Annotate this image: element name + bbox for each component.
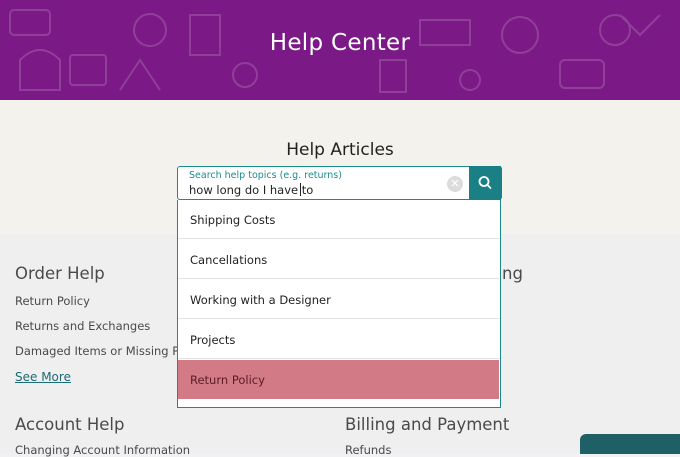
text-caret — [300, 183, 301, 196]
account-help-title: Account Help — [15, 415, 125, 434]
order-help-title: Order Help — [15, 264, 105, 283]
suggestions-dropdown: Shipping Costs Cancellations Working wit… — [177, 200, 501, 408]
search-button[interactable] — [469, 166, 502, 200]
order-help-link-returns-exchanges[interactable]: Returns and Exchanges — [15, 319, 150, 333]
suggestion-return-policy[interactable]: Return Policy — [178, 360, 499, 399]
suggestion-label: Shipping Costs — [190, 213, 276, 227]
search-input[interactable]: how long do I have to — [189, 183, 313, 197]
billing-link-refunds[interactable]: Refunds — [345, 443, 391, 457]
suggestion-shipping-costs[interactable]: Shipping Costs — [178, 200, 499, 239]
see-more-link[interactable]: See More — [15, 370, 71, 384]
search-icon — [478, 176, 492, 189]
order-help-link-damaged-items[interactable]: Damaged Items or Missing Part — [15, 344, 195, 358]
suggestion-label: Projects — [190, 333, 236, 347]
account-help-link-change-info[interactable]: Changing Account Information — [15, 443, 190, 457]
clear-icon[interactable]: ✕ — [447, 176, 463, 192]
search-field[interactable]: Search help topics (e.g. returns) how lo… — [177, 166, 501, 200]
partial-section-title: ng — [502, 264, 523, 283]
hero-banner: Help Center — [0, 0, 680, 100]
suggestion-label: Cancellations — [190, 253, 268, 267]
suggestion-label: Return Policy — [190, 373, 265, 387]
suggestion-cancellations[interactable]: Cancellations — [178, 240, 499, 279]
billing-title: Billing and Payment — [345, 415, 510, 434]
suggestion-working-with-designer[interactable]: Working with a Designer — [178, 280, 499, 319]
help-articles-title: Help Articles — [286, 140, 394, 160]
suggestion-projects[interactable]: Projects — [178, 320, 499, 359]
suggestion-label: Working with a Designer — [190, 293, 331, 307]
chat-tab[interactable] — [580, 434, 680, 454]
search-label: Search help topics (e.g. returns) — [189, 170, 342, 181]
page-title: Help Center — [269, 30, 411, 56]
order-help-link-return-policy[interactable]: Return Policy — [15, 294, 90, 308]
